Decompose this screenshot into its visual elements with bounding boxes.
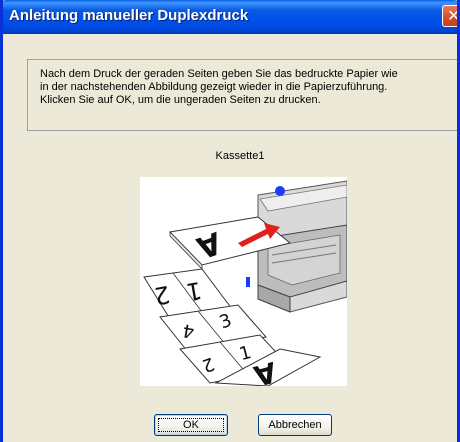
duplex-illustration: A 2 1 4 3 2 1 A — [140, 177, 347, 386]
instruction-text: Nach dem Druck der geraden Seiten geben … — [40, 68, 457, 107]
title-bar[interactable]: Anleitung manueller Duplexdruck ✕ — [3, 0, 460, 34]
instruction-panel: Nach dem Druck der geraden Seiten geben … — [27, 59, 457, 131]
dialog-window: Anleitung manueller Duplexdruck ✕ Nach d… — [0, 0, 460, 442]
tray-label: Kassette1 — [215, 150, 265, 162]
cancel-button[interactable]: Abbrechen — [258, 414, 332, 436]
printer-led-icon — [275, 186, 285, 196]
focus-ring — [158, 418, 224, 432]
ok-button[interactable]: OK — [154, 414, 228, 436]
cancel-button-label: Abbrechen — [268, 419, 322, 431]
instruction-line-1: Nach dem Druck der geraden Seiten geben … — [40, 68, 398, 80]
instruction-line-2: in der nachstehenden Abbildung gezeigt w… — [40, 81, 388, 93]
close-button[interactable]: ✕ — [442, 5, 460, 27]
close-icon: ✕ — [447, 6, 460, 25]
instruction-line-3: Klicken Sie auf OK, um die ungeraden Sei… — [40, 94, 321, 106]
window-title: Anleitung manueller Duplexdruck — [9, 7, 249, 24]
